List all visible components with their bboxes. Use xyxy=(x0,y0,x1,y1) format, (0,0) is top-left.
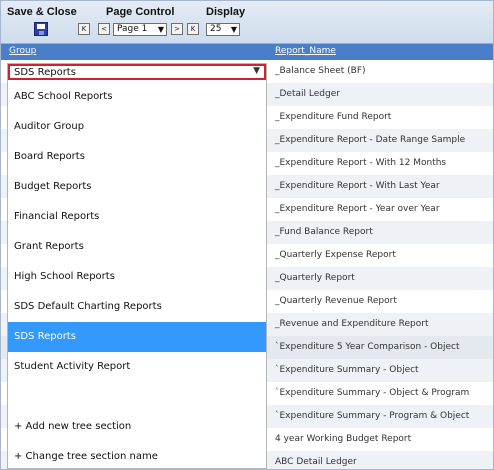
display-select[interactable]: 25 ▼ xyxy=(206,23,240,36)
dropdown-option-label: Auditor Group xyxy=(14,121,85,132)
dropdown-option[interactable]: Financial Reports xyxy=(8,202,266,232)
report-name-cell: _Quarterly Report xyxy=(275,273,355,283)
report-name-column-header[interactable]: Report_Name xyxy=(275,46,336,56)
page-select[interactable]: Page 1 ▼ xyxy=(113,23,167,36)
dropdown-option-label: SDS Reports xyxy=(14,331,76,342)
dropdown-option[interactable]: Grant Reports xyxy=(8,232,266,262)
report-name-cell: `Expenditure Summary - Object & Program xyxy=(275,388,470,398)
dropdown-option[interactable]: Budget Reports xyxy=(8,172,266,202)
prev-page-button[interactable]: < xyxy=(98,23,110,35)
save-close-label: Save & Close xyxy=(7,6,77,18)
report-name-cell: _Detail Ledger xyxy=(275,89,340,99)
dropdown-option[interactable]: Student Activity Report xyxy=(8,352,266,382)
dropdown-option-label: SDS Default Charting Reports xyxy=(14,301,162,312)
report-name-cell: `Expenditure Summary - Object xyxy=(275,365,419,375)
next-page-icon: > xyxy=(174,25,180,33)
report-name-cell: `Expenditure Summary - Program & Object xyxy=(275,411,470,421)
group-dropdown[interactable]: SDS Reports ▼ ABC School Reports Auditor… xyxy=(7,63,267,469)
report-name-cell: _Quarterly Expense Report xyxy=(275,250,396,260)
dropdown-option-label: High School Reports xyxy=(14,271,115,282)
dropdown-option[interactable]: High School Reports xyxy=(8,262,266,292)
dropdown-option[interactable]: Auditor Group xyxy=(8,112,266,142)
dropdown-option-label: Budget Reports xyxy=(14,181,92,192)
display-label: Display xyxy=(206,6,246,18)
report-name-cell: _Expenditure Report - Date Range Sample xyxy=(275,135,466,145)
report-name-cell: _Balance Sheet (BF) xyxy=(275,66,366,76)
report-name-cell: _Expenditure Report - With 12 Months xyxy=(275,158,447,168)
dropdown-option-label: Financial Reports xyxy=(14,211,100,222)
report-name-cell: _Expenditure Report - Year over Year xyxy=(275,204,440,214)
dropdown-option-label: ABC School Reports xyxy=(14,91,113,102)
chevron-down-icon: ▼ xyxy=(157,25,164,34)
display-select-value: 25 xyxy=(210,24,222,34)
toolbar: Save & Close Page Control K < Page 1 ▼ >… xyxy=(1,1,493,44)
change-tree-section-name-link[interactable]: + Change tree section name xyxy=(14,451,158,462)
report-name-cell: ABC Detail Ledger xyxy=(275,457,357,467)
dropdown-option[interactable]: SDS Default Charting Reports xyxy=(8,292,266,322)
dropdown-option[interactable]: Board Reports xyxy=(8,142,266,172)
dropdown-option[interactable]: ABC School Reports xyxy=(8,82,266,112)
group-column-header[interactable]: Group xyxy=(9,46,36,56)
page-control-label: Page Control xyxy=(106,6,175,18)
report-name-cell: _Expenditure Fund Report xyxy=(275,112,392,122)
page-select-value: Page 1 xyxy=(117,24,148,34)
grid-header: Group Report_Name xyxy=(1,44,493,60)
chevron-down-icon: ▼ xyxy=(230,25,237,34)
report-name-cell: 4 year Working Budget Report xyxy=(275,434,412,444)
next-page-button[interactable]: > xyxy=(171,23,183,35)
dropdown-option-selected[interactable]: SDS Reports xyxy=(8,322,266,352)
group-select-field[interactable]: SDS Reports ▼ xyxy=(8,64,266,80)
prev-page-icon: < xyxy=(101,25,107,33)
report-name-cell: `Expenditure 5 Year Comparison - Object xyxy=(275,342,460,352)
chevron-down-icon: ▼ xyxy=(253,66,260,76)
last-page-button[interactable]: K xyxy=(187,23,199,35)
report-name-cell: _Revenue and Expenditure Report xyxy=(275,319,429,329)
report-window: Save & Close Page Control K < Page 1 ▼ >… xyxy=(0,0,494,470)
add-tree-section-link[interactable]: + Add new tree section xyxy=(14,421,131,432)
report-name-cell: _Fund Balance Report xyxy=(275,227,373,237)
first-page-icon: K xyxy=(81,25,87,33)
dropdown-option-label: Student Activity Report xyxy=(14,361,131,372)
dropdown-option-label: Board Reports xyxy=(14,151,85,162)
group-select-value: SDS Reports xyxy=(14,67,76,78)
save-floppy-icon[interactable] xyxy=(34,22,48,36)
first-page-button[interactable]: K xyxy=(78,23,90,35)
dropdown-option-label: Grant Reports xyxy=(14,241,84,252)
report-name-cell: _Quarterly Revenue Report xyxy=(275,296,397,306)
report-name-cell: _Expenditure Report - With Last Year xyxy=(275,181,440,191)
last-page-icon: K xyxy=(190,25,196,33)
